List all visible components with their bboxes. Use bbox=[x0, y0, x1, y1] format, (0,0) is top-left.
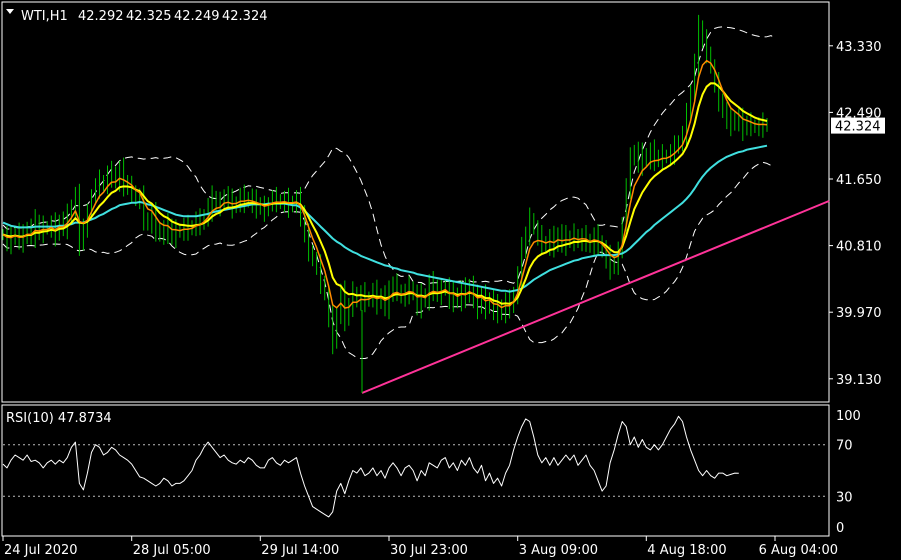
ohlc-close: 42.324 bbox=[222, 9, 268, 24]
ohlc-open: 42.292 bbox=[78, 9, 124, 24]
chart-header: WTI,H1 42.292 42.325 42.249 42.324 bbox=[6, 9, 268, 24]
price-tag-label: 42.324 bbox=[835, 120, 881, 135]
rsi-title: RSI(10) 47.8734 bbox=[6, 411, 112, 426]
price-tick-label: 39.970 bbox=[836, 306, 882, 321]
ohlc-high: 42.325 bbox=[126, 9, 172, 24]
time-tick-label: 30 Jul 23:00 bbox=[390, 543, 468, 558]
price-tick-label: 41.650 bbox=[836, 173, 882, 188]
time-tick-label: 28 Jul 05:00 bbox=[133, 543, 211, 558]
chart-root: 43.33042.49041.65040.81039.97039.130 WTI… bbox=[0, 0, 901, 560]
time-tick-label: 3 Aug 09:00 bbox=[519, 543, 598, 558]
rsi-tick-label: 0 bbox=[836, 521, 844, 536]
price-tick-label: 40.810 bbox=[836, 240, 882, 255]
price-tick-label: 39.130 bbox=[836, 373, 882, 388]
rsi-tick-label: 100 bbox=[836, 409, 861, 424]
rsi-tick-label: 70 bbox=[836, 439, 853, 454]
time-tick-label: 6 Aug 04:00 bbox=[759, 543, 838, 558]
time-tick-label: 24 Jul 2020 bbox=[4, 543, 78, 558]
time-tick-label: 29 Jul 14:00 bbox=[261, 543, 339, 558]
rsi-tick-label: 30 bbox=[836, 490, 853, 505]
price-tick-label: 43.330 bbox=[836, 40, 882, 55]
symbol-title: WTI,H1 bbox=[21, 9, 68, 24]
time-tick-label: 4 Aug 18:00 bbox=[647, 543, 726, 558]
current-price-tag: 42.324 bbox=[831, 117, 885, 135]
ohlc-low: 42.249 bbox=[174, 9, 220, 24]
